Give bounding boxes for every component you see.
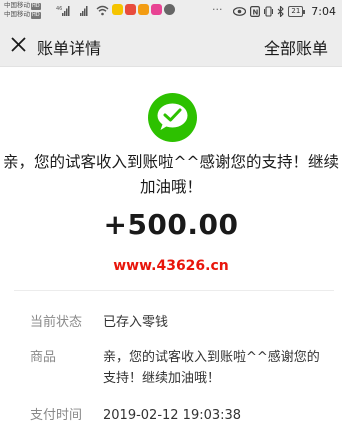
all-bills-button[interactable]: 全部账单	[264, 35, 328, 59]
app-notification-icon	[125, 4, 136, 15]
eye-icon	[233, 6, 247, 16]
svg-text:N: N	[253, 8, 259, 16]
vibrate-icon	[264, 5, 274, 17]
detail-label: 当前状态	[30, 315, 83, 330]
app-notification-icon	[112, 4, 123, 15]
close-icon[interactable]	[10, 36, 27, 53]
transaction-amount: +500.00	[103, 208, 239, 241]
signal-icon	[80, 6, 88, 16]
detail-value: 亲，您的试客收入到账啦^^感谢您的支持！继续加油哦！	[103, 350, 320, 386]
status-time: 7:04	[311, 4, 336, 18]
app-notification-icon	[164, 4, 175, 15]
detail-value: 2019-02-12 19:03:38	[103, 408, 242, 423]
bluetooth-icon	[277, 5, 285, 17]
transaction-description: 亲，您的试客收入到账啦^^感谢您的支持！继续加油哦！	[3, 153, 339, 196]
navigation-bar: 账单详情 全部账单	[0, 22, 342, 67]
detail-label: 支付时间	[30, 408, 83, 423]
app-notification-icon	[151, 4, 162, 15]
app-notification-icon	[138, 4, 149, 15]
wifi-icon	[96, 5, 109, 16]
page-title: 账单详情	[37, 39, 102, 58]
watermark-text: www.43626.cn	[113, 258, 229, 274]
signal-icon: 46	[56, 6, 70, 16]
svg-text:46: 46	[56, 6, 62, 12]
more-notifications-icon: ···	[212, 3, 223, 16]
detail-label: 商品	[30, 350, 57, 365]
carrier-label-1: 中国移动 HD	[4, 1, 41, 10]
detail-value: 已存入零钱	[103, 315, 169, 330]
divider	[14, 290, 334, 291]
status-bar: 中国移动 HD 中国移动 HD 46 ··· N 21 7:04	[0, 0, 342, 22]
battery-icon: 21	[288, 5, 306, 17]
nfc-icon: N	[250, 5, 261, 17]
app-notification-icons	[112, 4, 175, 17]
wechat-pay-icon	[148, 93, 197, 142]
carrier-label-2: 中国移动 HD	[4, 10, 41, 19]
system-status: N 21 7:04	[233, 3, 336, 19]
